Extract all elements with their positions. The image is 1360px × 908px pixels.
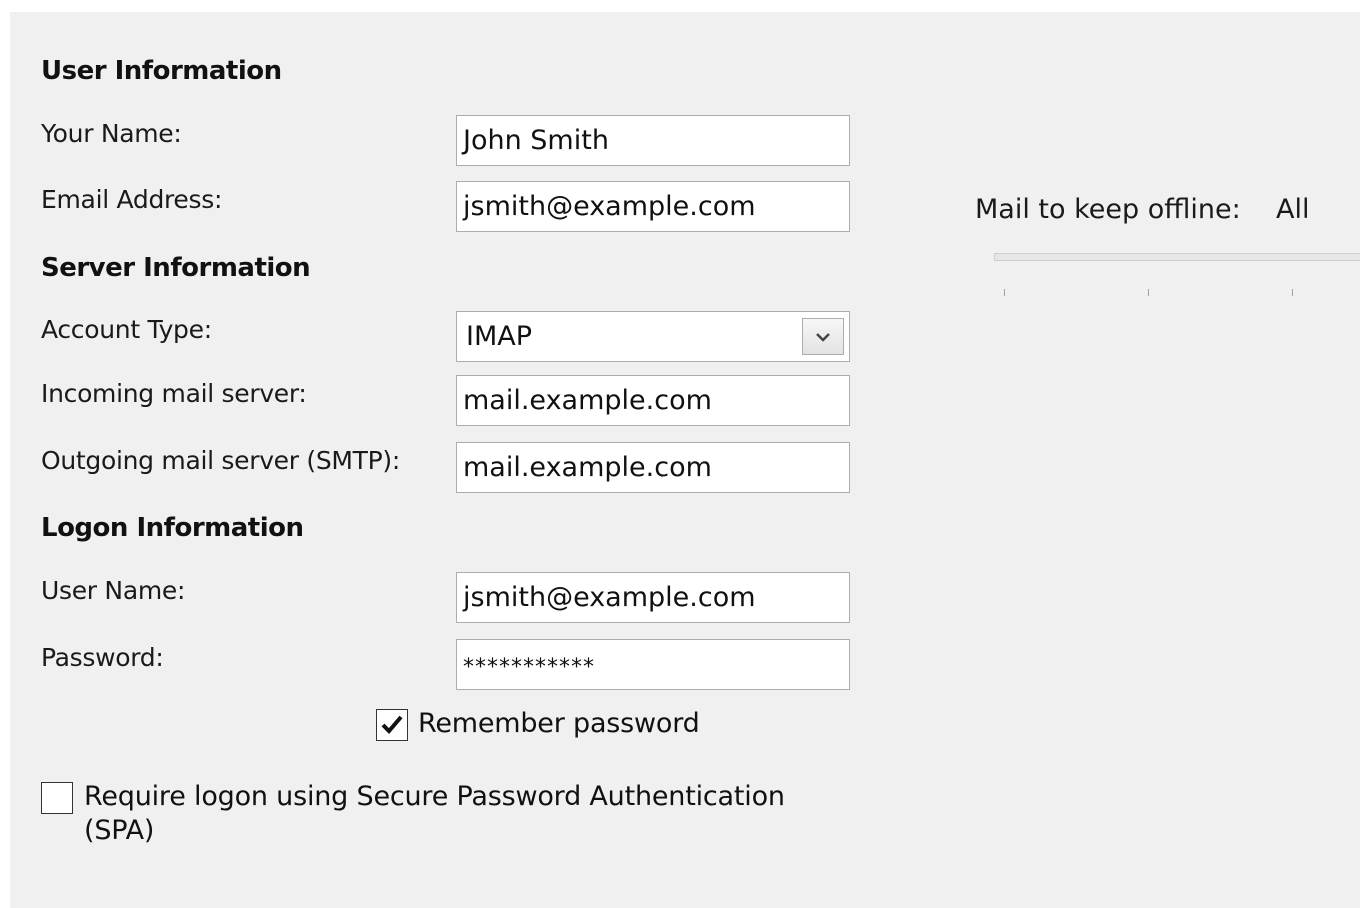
outgoing-mail-server-input[interactable]: mail.example.com bbox=[456, 442, 850, 493]
logon-information-heading: Logon Information bbox=[41, 513, 304, 543]
remember-password-label[interactable]: Remember password bbox=[418, 708, 700, 739]
your-name-label: Your Name: bbox=[41, 119, 182, 148]
account-settings-panel: User Information Your Name: John Smith E… bbox=[10, 12, 1360, 908]
account-type-select[interactable]: IMAP bbox=[456, 311, 850, 362]
user-name-label: User Name: bbox=[41, 576, 186, 605]
slider-tick bbox=[1004, 289, 1005, 296]
server-information-heading: Server Information bbox=[41, 253, 311, 283]
email-address-input[interactable]: jsmith@example.com bbox=[456, 181, 850, 232]
spa-label[interactable]: Require logon using Secure Password Auth… bbox=[84, 780, 844, 848]
mail-offline-value: All bbox=[1276, 194, 1310, 225]
checkmark-icon bbox=[381, 715, 403, 734]
incoming-mail-server-input[interactable]: mail.example.com bbox=[456, 375, 850, 426]
outgoing-mail-server-label: Outgoing mail server (SMTP): bbox=[41, 446, 401, 475]
password-label: Password: bbox=[41, 643, 164, 672]
remember-password-checkbox[interactable] bbox=[376, 709, 408, 741]
account-type-label: Account Type: bbox=[41, 315, 212, 344]
account-type-dropdown-button[interactable] bbox=[802, 318, 844, 355]
chevron-down-icon bbox=[816, 332, 830, 342]
your-name-input[interactable]: John Smith bbox=[456, 115, 850, 166]
user-name-input[interactable]: jsmith@example.com bbox=[456, 572, 850, 623]
mail-offline-label: Mail to keep offline: bbox=[975, 194, 1241, 225]
spa-checkbox[interactable] bbox=[41, 782, 73, 814]
incoming-mail-server-label: Incoming mail server: bbox=[41, 379, 307, 408]
account-type-value: IMAP bbox=[466, 321, 533, 352]
user-information-heading: User Information bbox=[41, 56, 282, 86]
email-address-label: Email Address: bbox=[41, 185, 223, 214]
password-input[interactable]: *********** bbox=[456, 639, 850, 690]
slider-tick bbox=[1292, 289, 1293, 296]
mail-offline-slider[interactable] bbox=[994, 253, 1360, 261]
slider-tick bbox=[1148, 289, 1149, 296]
